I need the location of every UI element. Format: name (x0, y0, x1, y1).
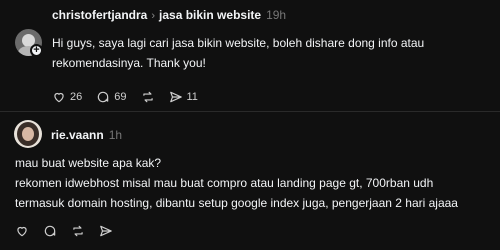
post-body-line: mau buat website apa kak? (15, 156, 162, 170)
topic-tag[interactable]: jasa bikin website (159, 8, 261, 22)
username[interactable]: rie.vaann (51, 128, 104, 142)
like-button[interactable] (15, 224, 29, 238)
post-reply: rie.vaann 1h mau buat website apa kak? re… (0, 112, 500, 250)
post-header: rie.vaann 1h (51, 128, 122, 142)
comment-icon (44, 225, 56, 237)
post-body-line: rekomendasinya. Thank you! (52, 56, 206, 70)
send-icon (169, 91, 182, 103)
thread-feed: + christofertjandra › jasa bikin website 19… (0, 0, 500, 250)
share-count: 11 (186, 91, 198, 103)
post-actions: 26 69 11 (52, 90, 212, 104)
avatar-face (22, 127, 34, 141)
post-body-line: Hi guys, saya lagi cari jasa bikin websi… (52, 36, 425, 50)
repost-button[interactable] (141, 90, 155, 104)
like-button[interactable]: 26 (52, 90, 82, 104)
post-actions (15, 224, 127, 238)
like-count: 26 (70, 91, 83, 103)
send-icon (100, 225, 112, 237)
follow-plus-icon[interactable]: + (30, 44, 43, 57)
share-button[interactable] (99, 224, 113, 238)
post-body: Hi guys, saya lagi cari jasa bikin websi… (52, 33, 424, 73)
post-time: 19h (266, 8, 287, 22)
username[interactable]: christofertjandra (52, 8, 147, 22)
post-original: + christofertjandra › jasa bikin website 19… (0, 0, 500, 112)
post-body-line: termasuk domain hosting, dibantu setup g… (15, 196, 458, 210)
heart-icon (17, 226, 27, 237)
reply-count: 69 (114, 91, 127, 103)
heart-icon (54, 92, 64, 103)
comment-icon (98, 91, 109, 103)
reply-button[interactable] (43, 224, 57, 238)
share-button[interactable]: 11 (169, 90, 198, 104)
post-body-line: rekomen idwebhost misal mau buat compro … (15, 176, 434, 190)
chevron-right-icon: › (151, 10, 156, 22)
repost-button[interactable] (71, 224, 85, 238)
post-time: 1h (108, 128, 123, 142)
post-header: christofertjandra › jasa bikin website 19h (52, 8, 286, 23)
post-body: mau buat website apa kak? rekomen idwebh… (15, 153, 458, 213)
repost-icon (142, 91, 153, 103)
repost-icon (73, 225, 83, 237)
avatar[interactable] (14, 120, 42, 148)
reply-button[interactable]: 69 (96, 90, 127, 104)
